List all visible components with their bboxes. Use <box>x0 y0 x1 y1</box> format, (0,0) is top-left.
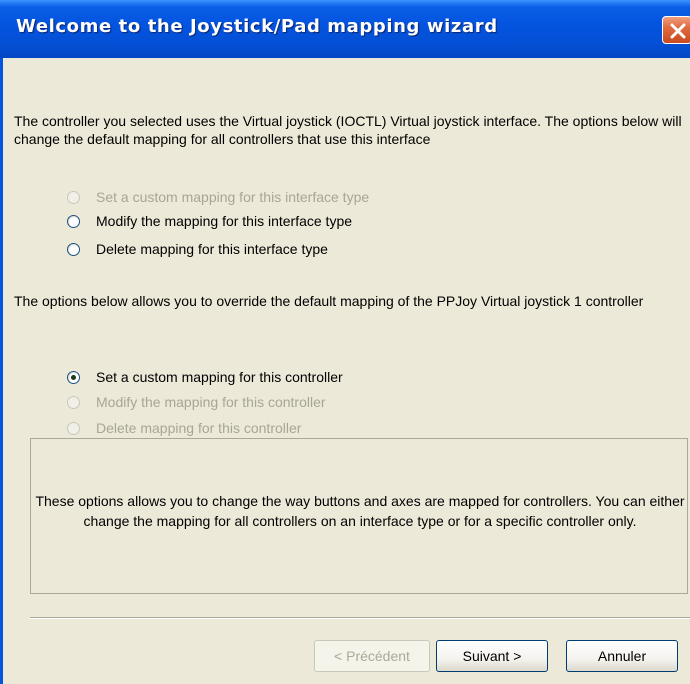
radio-label: Modify the mapping for this controller <box>96 394 326 410</box>
radio-label: Set a custom mapping for this interface … <box>96 189 370 205</box>
info-text: These options allows you to change the w… <box>35 493 685 529</box>
radio-button[interactable] <box>67 421 80 435</box>
radio-label: Delete mapping for this controller <box>96 420 302 436</box>
radio-button[interactable] <box>67 242 80 256</box>
close-button[interactable] <box>662 16 690 44</box>
radio-label: Delete mapping for this interface type <box>96 241 328 257</box>
back-button[interactable]: < Précédent <box>314 640 430 672</box>
radio-button[interactable] <box>67 395 80 409</box>
info-box: These options allows you to change the w… <box>30 438 688 594</box>
radio-label: Modify the mapping for this interface ty… <box>96 213 353 229</box>
cancel-button[interactable]: Annuler <box>566 640 678 672</box>
next-button[interactable]: Suivant > <box>436 640 548 672</box>
radio-delete-interface[interactable]: Delete mapping for this interface type <box>67 239 328 259</box>
intro-text: The controller you selected uses the Vir… <box>14 113 682 147</box>
radio-custom-controller[interactable]: Set a custom mapping for this controller <box>67 367 343 387</box>
window-title: Welcome to the Joystick/Pad mapping wiza… <box>16 16 498 37</box>
close-icon <box>670 23 686 39</box>
radio-modify-interface[interactable]: Modify the mapping for this interface ty… <box>67 211 352 231</box>
radio-button[interactable] <box>67 190 80 204</box>
title-bar[interactable]: Welcome to the Joystick/Pad mapping wiza… <box>0 0 690 58</box>
radio-delete-controller[interactable]: Delete mapping for this controller <box>67 418 301 438</box>
radio-label: Set a custom mapping for this controller <box>96 369 343 385</box>
controller-intro-text: The options below allows you to override… <box>14 293 644 309</box>
radio-button[interactable] <box>67 214 80 228</box>
radio-modify-controller[interactable]: Modify the mapping for this controller <box>67 392 326 412</box>
radio-custom-interface[interactable]: Set a custom mapping for this interface … <box>67 187 369 207</box>
radio-button[interactable] <box>67 370 80 384</box>
divider <box>30 617 690 619</box>
